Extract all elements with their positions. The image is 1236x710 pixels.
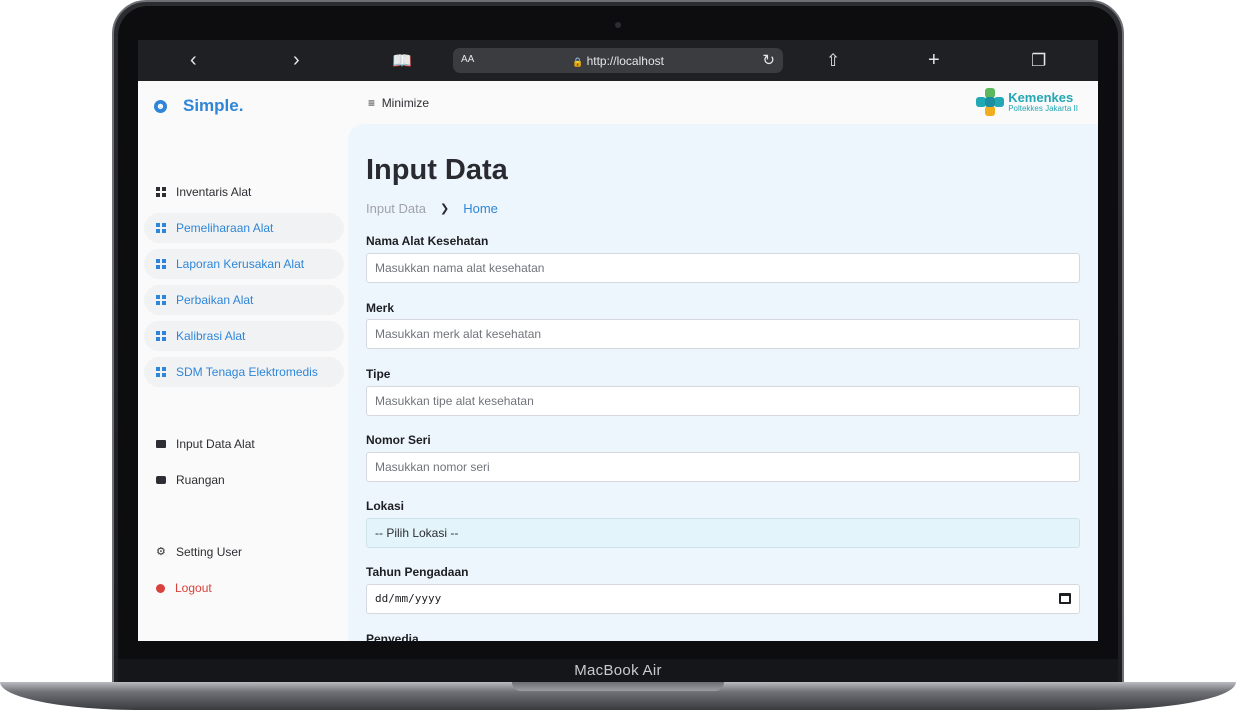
screen: ‹ › 📖 AA 🔒 http://localhost ↻ ⇧ + ❐ ☻ Si… <box>138 40 1098 641</box>
lock-icon: 🔒 <box>572 57 584 67</box>
sidebar-item-kalibrasi[interactable]: Kalibrasi Alat <box>144 321 344 351</box>
topbar: ≡ Minimize Kemenkes Poltekkes Jakarta II <box>348 81 1098 124</box>
penyedia-label: Penyedia <box>366 632 419 641</box>
forward-icon[interactable]: › <box>293 48 300 72</box>
url-label: http://localhost <box>586 54 664 68</box>
address-bar[interactable]: AA 🔒 http://localhost ↻ <box>453 48 783 73</box>
grid-icon <box>156 331 166 341</box>
sidebar-item-input-data[interactable]: Input Data Alat <box>144 429 344 459</box>
device-label: MacBook Air <box>574 662 662 679</box>
sidebar-item-label: SDM Tenaga Elektromedis <box>176 365 318 379</box>
minimize-button[interactable]: ≡ Minimize <box>368 96 429 110</box>
sidebar-item-label: Kalibrasi Alat <box>176 329 246 343</box>
chevron-right-icon: ❯ <box>440 203 450 215</box>
nama-label: Nama Alat Kesehatan <box>366 234 489 248</box>
page-title: Input Data <box>366 154 508 186</box>
sidebar-item-label: Pemeliharaan Alat <box>176 221 274 235</box>
menu-icon: ≡ <box>368 96 376 110</box>
sidebar-item-label: Ruangan <box>176 473 225 487</box>
logo-title: Kemenkes <box>1008 89 1074 105</box>
tahun-date-input[interactable]: dd/mm/yyyy <box>366 584 1080 614</box>
sidebar-item-ruangan[interactable]: Ruangan <box>144 465 344 495</box>
smiley-icon: ☻ <box>154 99 167 113</box>
share-icon[interactable]: ⇧ <box>826 49 840 73</box>
url-text: 🔒 http://localhost <box>453 54 783 68</box>
main-content: Input Data Input Data ❯ Home Nama Alat K… <box>348 124 1098 641</box>
grid-icon <box>156 223 166 233</box>
date-placeholder: dd/mm/yyyy <box>375 592 442 605</box>
merk-label: Merk <box>366 301 395 315</box>
sidebar-item-label: Laporan Kerusakan Alat <box>176 257 305 271</box>
tipe-input[interactable]: Masukkan tipe alat kesehatan <box>366 386 1080 416</box>
book-icon[interactable]: 📖 <box>392 50 412 74</box>
seri-label: Nomor Seri <box>366 433 431 447</box>
reload-icon[interactable]: ↻ <box>762 51 775 69</box>
seri-input[interactable]: Masukkan nomor seri <box>366 452 1080 482</box>
brand[interactable]: ☻ Simple. <box>154 93 243 119</box>
sidebar-item-sdm[interactable]: SDM Tenaga Elektromedis <box>144 357 344 387</box>
sidebar: ☻ Simple. Inventaris Alat Pemeliharaan A… <box>138 81 348 641</box>
browser-toolbar: ‹ › 📖 AA 🔒 http://localhost ↻ ⇧ + ❐ <box>138 40 1098 81</box>
logout-icon <box>156 583 165 593</box>
camera-icon <box>615 22 621 28</box>
sidebar-item-setting-user[interactable]: ⚙ Setting User <box>144 537 344 567</box>
grid-icon <box>156 367 166 377</box>
breadcrumb-home-link[interactable]: Home <box>463 201 498 216</box>
sidebar-item-perbaikan[interactable]: Perbaikan Alat <box>144 285 344 315</box>
tipe-label: Tipe <box>366 367 391 381</box>
calendar-icon[interactable] <box>1059 593 1071 604</box>
sidebar-item-label: Inventaris Alat <box>176 185 252 199</box>
grid-icon <box>156 259 166 269</box>
sidebar-item-label: Perbaikan Alat <box>176 293 254 307</box>
sidebar-item-laporan-kerusakan[interactable]: Laporan Kerusakan Alat <box>144 249 344 279</box>
tahun-label: Tahun Pengadaan <box>366 565 469 579</box>
logo-subtitle: Poltekkes Jakarta II <box>1008 103 1078 113</box>
minimize-label: Minimize <box>381 96 430 110</box>
chat-icon <box>156 476 166 484</box>
nama-input[interactable]: Masukkan nama alat kesehatan <box>366 253 1080 283</box>
back-icon[interactable]: ‹ <box>190 48 197 72</box>
gear-icon: ⚙ <box>156 546 166 558</box>
breadcrumb-current: Input Data <box>366 201 426 216</box>
laptop-notch <box>512 682 724 691</box>
brand-name: Simple. <box>183 96 244 115</box>
kemenkes-logo: Kemenkes Poltekkes Jakarta II <box>976 88 1078 116</box>
merk-input[interactable]: Masukkan merk alat kesehatan <box>366 319 1080 349</box>
sidebar-item-label: Input Data Alat <box>176 437 255 451</box>
lokasi-label: Lokasi <box>366 499 405 513</box>
kemenkes-logo-icon <box>976 88 1005 116</box>
lokasi-select[interactable]: -- Pilih Lokasi -- <box>366 518 1080 548</box>
sidebar-item-pemeliharaan[interactable]: Pemeliharaan Alat <box>144 213 344 243</box>
tabs-icon[interactable]: ❐ <box>1031 49 1046 73</box>
grid-icon <box>156 295 166 305</box>
breadcrumb: Input Data ❯ Home <box>366 201 498 216</box>
grid-icon <box>156 187 166 197</box>
sidebar-item-label: Setting User <box>176 545 243 559</box>
sidebar-item-inventaris[interactable]: Inventaris Alat <box>144 177 344 207</box>
sidebar-item-label: Logout <box>175 581 212 595</box>
mail-icon <box>156 440 166 448</box>
sidebar-item-logout[interactable]: Logout <box>144 573 344 603</box>
plus-icon[interactable]: + <box>928 48 940 72</box>
